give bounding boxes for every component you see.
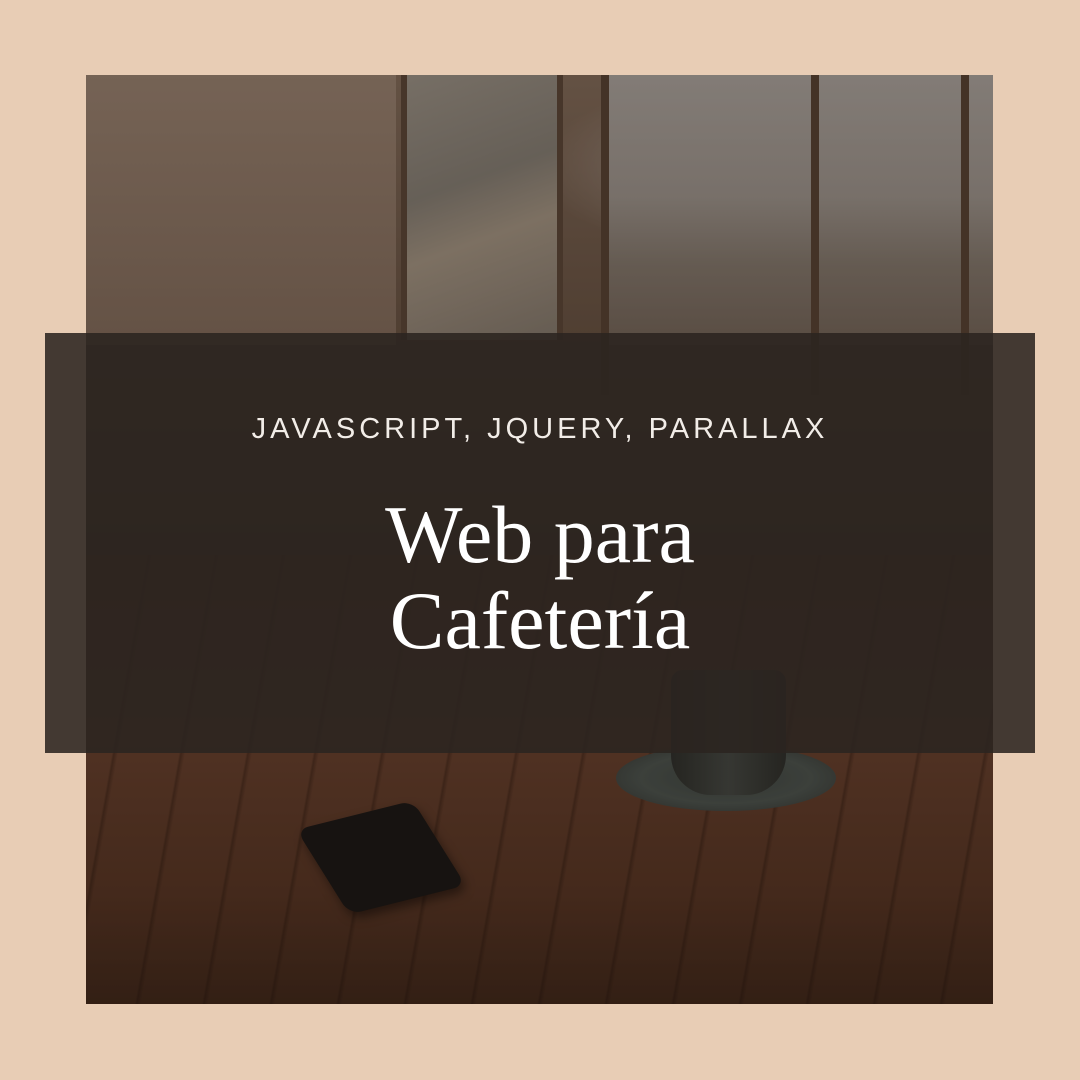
title-line-1: Web para: [385, 489, 695, 580]
title-banner: JAVASCRIPT, JQUERY, PARALLAX Web para Ca…: [45, 333, 1035, 753]
tech-tags: JAVASCRIPT, JQUERY, PARALLAX: [251, 413, 829, 445]
title-line-2: Cafetería: [389, 575, 691, 666]
page-title: Web para Cafetería: [385, 492, 695, 664]
